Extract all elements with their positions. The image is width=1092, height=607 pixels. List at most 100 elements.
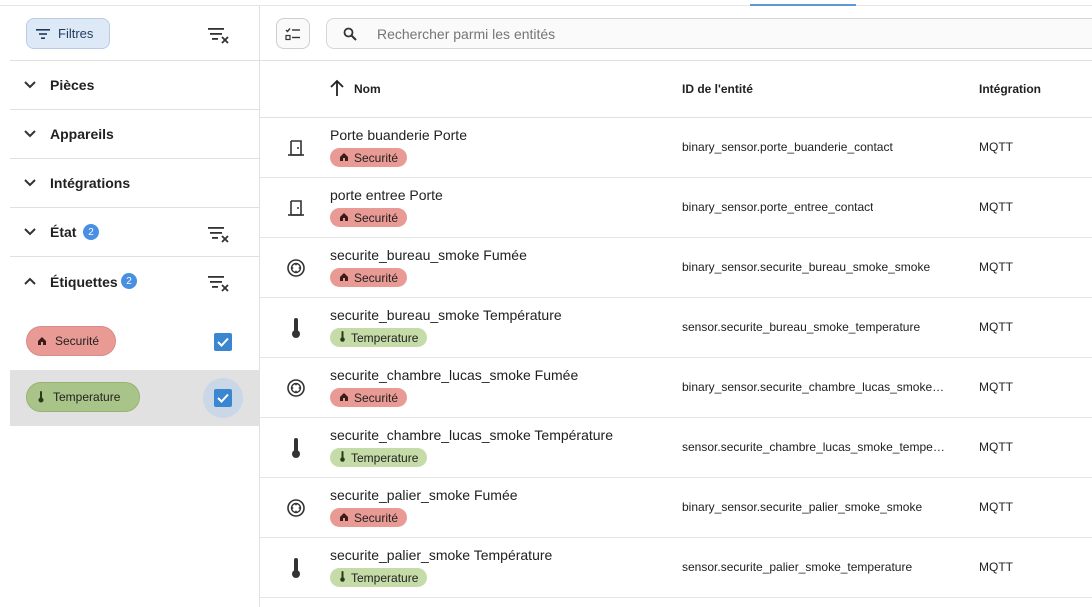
entity-integration: MQTT xyxy=(979,500,1013,514)
search-input[interactable] xyxy=(377,24,877,44)
checkmark-icon xyxy=(217,337,229,347)
clear-etat-filter-icon[interactable] xyxy=(208,225,230,243)
thermometer-icon xyxy=(339,450,346,465)
clear-filters-icon[interactable] xyxy=(208,26,230,44)
table-row[interactable]: securite_palier_smoke Température Temper… xyxy=(260,538,1092,598)
filter-sidebar: Filtres Pièces Appareils Intégrations Ét… xyxy=(10,6,260,607)
smoke-detector-icon xyxy=(284,496,308,520)
checklist-icon xyxy=(285,27,300,40)
entity-label-text: Securité xyxy=(354,510,399,525)
entity-name: Porte buanderie Porte xyxy=(330,127,467,143)
section-etiquettes[interactable]: Étiquettes 2 xyxy=(10,257,259,306)
table-toolbar xyxy=(260,6,1092,61)
section-etiquettes-label: Étiquettes xyxy=(50,273,118,290)
entity-label-chip: Securité xyxy=(330,148,408,167)
home-shield-icon xyxy=(339,391,349,405)
etiquettes-count-badge: 2 xyxy=(121,273,137,289)
entity-name: securite_chambre_lucas_smoke Fumée xyxy=(330,367,579,383)
home-shield-icon xyxy=(339,151,349,165)
label-chip-temperature: Temperature xyxy=(26,382,140,412)
etat-count-badge: 2 xyxy=(83,224,99,240)
table-header: Nom ID de l'entité Intégration xyxy=(260,61,1092,118)
label-checkbox-securite[interactable] xyxy=(214,333,232,351)
thermometer-icon xyxy=(284,316,308,340)
entity-integration: MQTT xyxy=(979,380,1013,394)
entity-name: securite_bureau_smoke Fumée xyxy=(330,247,527,263)
table-body: Porte buanderie Porte Securité binary_se… xyxy=(260,118,1092,598)
clear-etiquettes-filter-icon[interactable] xyxy=(208,274,230,292)
chevron-down-icon xyxy=(24,228,36,236)
entity-label-text: Securité xyxy=(354,390,399,405)
label-filter-row-temperature[interactable]: Temperature xyxy=(10,370,259,426)
label-chip-temperature-text: Temperature xyxy=(53,390,121,404)
home-shield-icon xyxy=(38,337,46,345)
entity-id: binary_sensor.securite_bureau_smoke_smok… xyxy=(682,260,931,274)
entity-name: securite_palier_smoke Température xyxy=(330,547,553,563)
entity-integration: MQTT xyxy=(979,320,1013,334)
entity-name: porte entree Porte xyxy=(330,187,443,203)
entity-name: securite_palier_smoke Fumée xyxy=(330,487,518,503)
entity-label-chip: Temperature xyxy=(330,448,428,467)
section-appareils[interactable]: Appareils xyxy=(10,110,259,159)
door-icon xyxy=(284,136,308,160)
chevron-down-icon xyxy=(24,81,36,89)
thermometer-icon xyxy=(284,556,308,580)
entity-id: sensor.securite_bureau_smoke_temperature xyxy=(682,320,921,334)
filter-header: Filtres xyxy=(10,6,259,61)
label-filter-row-securite[interactable]: Securité xyxy=(10,313,259,369)
table-row[interactable]: securite_bureau_smoke Température Temper… xyxy=(260,298,1092,358)
door-icon xyxy=(284,196,308,220)
thermometer-icon xyxy=(38,391,44,403)
entity-label-chip: Temperature xyxy=(330,568,428,587)
entity-label-text: Temperature xyxy=(351,330,419,345)
column-header-name[interactable]: Nom xyxy=(354,82,381,96)
table-row[interactable]: securite_chambre_lucas_smoke Température… xyxy=(260,418,1092,478)
thermometer-icon xyxy=(339,330,346,345)
entity-label-chip: Temperature xyxy=(330,328,428,347)
entity-integration: MQTT xyxy=(979,560,1013,574)
section-etat-label: État xyxy=(50,224,77,240)
selection-mode-button[interactable] xyxy=(276,18,310,49)
filters-button-label: Filtres xyxy=(58,26,94,41)
chevron-down-icon xyxy=(24,130,36,138)
entity-label-text: Temperature xyxy=(351,570,419,585)
section-integrations[interactable]: Intégrations xyxy=(10,159,259,208)
table-row[interactable]: Porte buanderie Porte Securité binary_se… xyxy=(260,118,1092,178)
search-box[interactable] xyxy=(326,18,1092,49)
smoke-detector-icon xyxy=(284,376,308,400)
entity-name: securite_bureau_smoke Température xyxy=(330,307,562,323)
entity-label-chip: Securité xyxy=(330,268,408,287)
entity-label-text: Temperature xyxy=(351,450,419,465)
entities-page: Filtres Pièces Appareils Intégrations Ét… xyxy=(0,0,1092,607)
entity-label-chip: Securité xyxy=(330,508,408,527)
table-row[interactable]: securite_chambre_lucas_smoke Fumée Secur… xyxy=(260,358,1092,418)
entity-label-text: Securité xyxy=(354,210,399,225)
entity-name: securite_chambre_lucas_smoke Température xyxy=(330,427,613,443)
column-header-integration[interactable]: Intégration xyxy=(979,82,1041,96)
entity-id: binary_sensor.porte_buanderie_contact xyxy=(682,140,893,154)
section-integrations-label: Intégrations xyxy=(50,175,131,191)
table-row[interactable]: porte entree Porte Securité binary_senso… xyxy=(260,178,1092,238)
home-shield-icon xyxy=(339,271,349,285)
chevron-down-icon xyxy=(24,179,36,187)
section-pieces[interactable]: Pièces xyxy=(10,61,259,110)
entity-label-chip: Securité xyxy=(330,388,408,407)
thermometer-icon xyxy=(339,570,346,585)
filter-icon xyxy=(36,28,50,39)
table-row[interactable]: securite_palier_smoke Fumée Securité bin… xyxy=(260,478,1092,538)
entity-id: binary_sensor.porte_entree_contact xyxy=(682,200,874,214)
entity-id: binary_sensor.securite_chambre_lucas_smo… xyxy=(682,380,948,394)
entity-id: sensor.securite_palier_smoke_temperature xyxy=(682,560,913,574)
chevron-up-icon xyxy=(24,277,36,285)
entities-main: Nom ID de l'entité Intégration Porte bua… xyxy=(260,6,1092,607)
entity-id: binary_sensor.securite_palier_smoke_smok… xyxy=(682,500,923,514)
section-pieces-label: Pièces xyxy=(50,77,95,93)
entity-integration: MQTT xyxy=(979,200,1013,214)
entity-integration: MQTT xyxy=(979,260,1013,274)
table-row[interactable]: securite_bureau_smoke Fumée Securité bin… xyxy=(260,238,1092,298)
column-header-entity-id[interactable]: ID de l'entité xyxy=(682,82,753,96)
sort-ascending-icon[interactable] xyxy=(329,79,345,97)
label-checkbox-temperature[interactable] xyxy=(214,389,232,407)
filters-button[interactable]: Filtres xyxy=(26,18,110,49)
section-etat[interactable]: État 2 xyxy=(10,208,259,257)
